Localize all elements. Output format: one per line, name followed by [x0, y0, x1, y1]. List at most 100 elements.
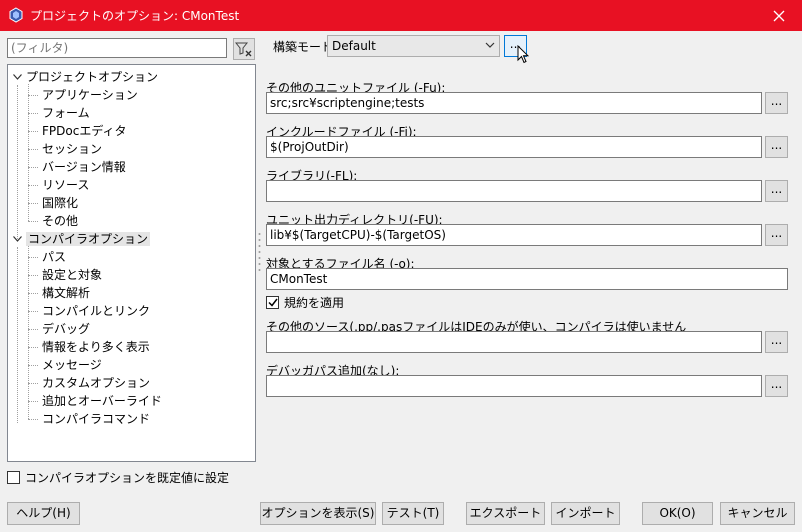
tree-line	[28, 203, 38, 204]
tree-line	[28, 185, 38, 186]
mouse-cursor-icon	[517, 45, 529, 64]
tree-item[interactable]: FPDocエディタ	[42, 122, 126, 140]
ok-button[interactable]: OK(O)	[642, 502, 713, 525]
build-mode-label: 構築モード	[273, 40, 334, 54]
lazarus-app-icon	[9, 7, 23, 23]
tree-item-label: FPDocエディタ	[42, 124, 127, 138]
other-sources-input[interactable]	[266, 331, 762, 353]
tree-item-label: コンパイラコマンド	[42, 412, 151, 426]
tree-item[interactable]: フォーム	[42, 104, 90, 122]
splitter-grip-icon[interactable]	[258, 232, 261, 272]
title-bar: プロジェクトのオプション: CMonTest	[0, 0, 802, 31]
tree-line	[17, 85, 18, 241]
tree-item[interactable]: パス	[42, 248, 66, 266]
tree-item[interactable]: 情報をより多く表示	[42, 338, 150, 356]
tree-item-label: コンパイルとリンク	[42, 304, 151, 318]
debugger-path-input[interactable]	[266, 375, 762, 397]
tree-line	[28, 257, 38, 258]
libraries-input[interactable]	[266, 180, 762, 202]
tree-node-compiler-options[interactable]: コンパイラオプション	[8, 230, 151, 248]
close-button[interactable]	[756, 0, 802, 31]
include-files-input[interactable]: $(ProjOutDir)	[266, 136, 762, 158]
tree-item-label: カスタムオプション	[42, 376, 151, 390]
tree-item[interactable]: リソース	[42, 176, 89, 194]
build-mode-select[interactable]: Default	[327, 35, 500, 57]
tree-item[interactable]: デバッグ	[42, 320, 90, 338]
build-mode-value: Default	[332, 39, 376, 53]
tree-item-label: セッション	[42, 142, 103, 156]
show-options-button[interactable]: オプションを表示(S)	[260, 502, 376, 525]
clear-filter-button[interactable]	[233, 38, 255, 60]
tree-item[interactable]: 構文解析	[42, 284, 90, 302]
tree-item-label: リソース	[42, 178, 90, 192]
window-title: プロジェクトのオプション: CMonTest	[30, 9, 240, 23]
tree-line	[28, 383, 38, 384]
filter-input[interactable]	[7, 38, 227, 58]
tree-item-label: 追加とオーバーライド	[42, 394, 162, 408]
checkmark-icon	[267, 298, 278, 307]
tree-node-label: プロジェクトオプション	[26, 70, 159, 84]
tree-item[interactable]: 追加とオーバーライド	[42, 392, 162, 410]
test-button[interactable]: テスト(T)	[382, 502, 444, 525]
include-files-browse-button[interactable]: ...	[765, 136, 788, 158]
tree-item[interactable]: 設定と対象	[42, 266, 102, 284]
tree-item-label: 構文解析	[42, 286, 91, 300]
tree-item[interactable]: カスタムオプション	[42, 374, 150, 392]
chevron-down-icon	[12, 230, 22, 248]
tree-line	[28, 365, 38, 366]
set-defaults-checkbox[interactable]: コンパイラオプションを既定値に設定	[7, 469, 229, 486]
tree-line	[28, 95, 38, 96]
tree-line	[28, 113, 38, 114]
tree-line	[28, 329, 38, 330]
tree-line	[28, 293, 38, 294]
tree-item-label: デバッグ	[42, 322, 91, 336]
tree-line	[28, 275, 38, 276]
tree-item-label: その他	[42, 214, 79, 228]
debugger-path-browse-button[interactable]: ...	[765, 375, 788, 397]
filter-clear-icon	[235, 42, 252, 57]
tree-item-label: アプリケーション	[42, 88, 138, 102]
close-icon	[773, 10, 785, 21]
tree-line	[28, 131, 38, 132]
libraries-browse-button[interactable]: ...	[765, 180, 788, 202]
tree-item[interactable]: その他	[42, 212, 78, 230]
tree-item[interactable]: コンパイラコマンド	[42, 410, 150, 428]
tree-line	[28, 246, 29, 419]
import-button[interactable]: インポート	[551, 502, 620, 525]
chevron-down-icon	[12, 68, 22, 86]
tree-line	[28, 149, 38, 150]
tree-item[interactable]: 国際化	[42, 194, 78, 212]
tree-item[interactable]: メッセージ	[42, 356, 102, 374]
tree-line	[28, 401, 38, 402]
chevron-down-icon	[485, 42, 495, 48]
tree-item[interactable]: セッション	[42, 140, 102, 158]
tree-line	[28, 347, 38, 348]
tree-line	[28, 221, 38, 222]
tree-item[interactable]: アプリケーション	[42, 86, 138, 104]
unit-output-dir-browse-button[interactable]: ...	[765, 224, 788, 246]
help-button[interactable]: ヘルプ(H)	[7, 502, 80, 525]
tree-item-label: 設定と対象	[42, 268, 103, 282]
tree-item-label: パス	[42, 250, 67, 264]
other-sources-browse-button[interactable]: ...	[765, 331, 788, 353]
cancel-button[interactable]: キャンセル	[720, 502, 795, 525]
options-tree[interactable]: プロジェクトオプション コンパイラオプション アプリケーションフォーム FPDoc…	[7, 64, 256, 462]
checkbox-box[interactable]	[266, 296, 279, 309]
tree-node-project-options[interactable]: プロジェクトオプション	[8, 68, 158, 86]
tree-line	[28, 84, 29, 221]
tree-line	[28, 419, 38, 420]
other-unit-files-browse-button[interactable]: ...	[765, 92, 788, 114]
apply-conventions-label: 規約を適用	[284, 296, 345, 310]
tree-item-label: メッセージ	[42, 358, 102, 372]
other-unit-files-input[interactable]: src;src¥scriptengine;tests	[266, 92, 762, 114]
apply-conventions-checkbox[interactable]: 規約を適用	[266, 294, 344, 311]
tree-item[interactable]: コンパイルとリンク	[42, 302, 150, 320]
tree-item[interactable]: バージョン情報	[42, 158, 126, 176]
checkbox-box[interactable]	[7, 471, 20, 484]
target-filename-input[interactable]: CMonTest	[266, 268, 788, 290]
tree-node-label: コンパイラオプション	[26, 232, 151, 246]
unit-output-dir-input[interactable]: lib¥$(TargetCPU)-$(TargetOS)	[266, 224, 762, 246]
tree-item-label: 情報をより多く表示	[42, 340, 150, 354]
export-button[interactable]: エクスポート	[466, 502, 545, 525]
tree-line	[17, 247, 18, 423]
